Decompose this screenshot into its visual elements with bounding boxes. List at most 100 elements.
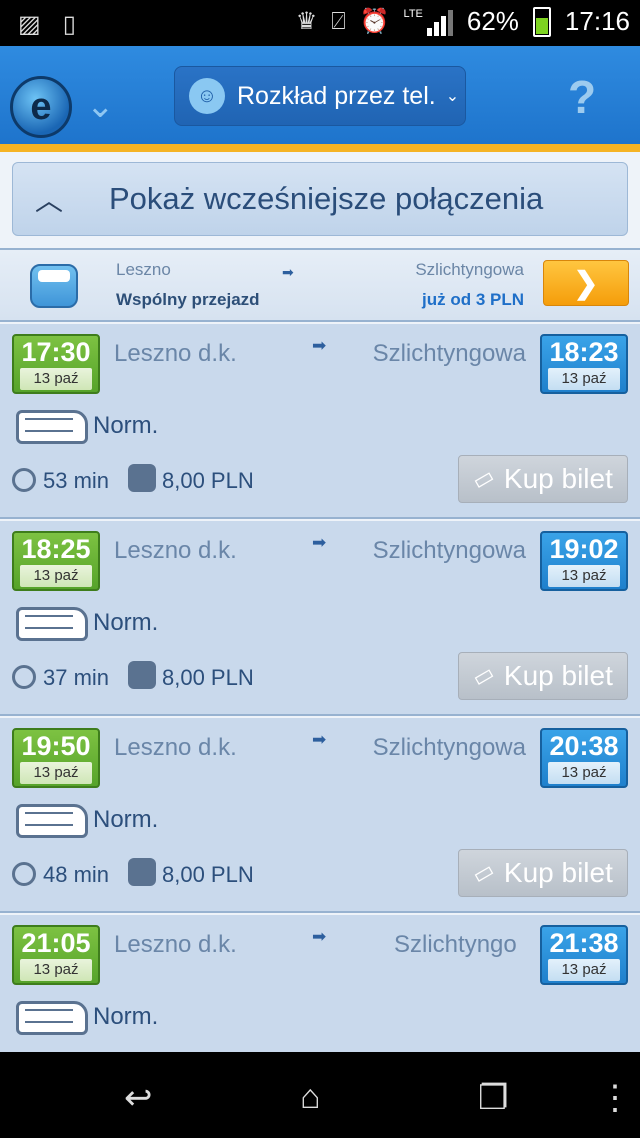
arrival-time-box: 18:23 13 paź xyxy=(540,334,628,394)
duration: 37 min xyxy=(43,665,110,690)
signal-icon xyxy=(426,8,453,36)
help-button[interactable]: ? xyxy=(568,70,596,124)
arrow-right-icon: ➡ xyxy=(312,730,327,749)
connection-item[interactable]: 18:25 13 paź Leszno d.k. ➡ Szlichtyngowa… xyxy=(0,519,640,716)
battery-percent: 62% xyxy=(466,6,519,36)
robot-face-icon: ☺ xyxy=(189,78,225,114)
ticket-type: Norm. xyxy=(93,412,159,439)
home-icon[interactable]: ⌂ xyxy=(300,1078,321,1117)
connection-item[interactable]: 19:50 13 paź Leszno d.k. ➡ Szlichtyngowa… xyxy=(0,716,640,913)
buy-ticket-label: Kup bilet xyxy=(503,463,613,494)
from-station: Leszno d.k. xyxy=(114,537,237,564)
departure-time: 18:25 xyxy=(21,534,91,564)
price: 8,00 PLN xyxy=(162,665,254,690)
ride-to: Szlichtyngowa xyxy=(415,260,524,279)
bus-icon xyxy=(16,804,88,838)
bus-icon xyxy=(16,410,88,444)
departure-time-box: 19:50 13 paź xyxy=(12,728,100,788)
ride-share-row[interactable]: Leszno Wspólny przejazd ➡ Szlichtyngowa … xyxy=(0,250,640,322)
ticket-icon: ▭ xyxy=(468,856,499,889)
connections-list[interactable]: ︿ Pokaż wcześniejsze połączenia Leszno W… xyxy=(0,152,640,1052)
ride-go-button[interactable]: ❯ xyxy=(543,260,629,306)
duration: 48 min xyxy=(43,862,110,887)
ride-label: Wspólny przejazd xyxy=(116,290,260,309)
caret-down-icon: ⌄ xyxy=(445,88,460,105)
chevron-up-icon: ︿ xyxy=(34,185,63,216)
arrival-time: 18:23 xyxy=(549,337,619,367)
stopwatch-icon xyxy=(12,468,36,492)
system-nav-bar: ↩ ⌂ ❐ ⋮ xyxy=(0,1052,640,1138)
price: 8,00 PLN xyxy=(162,468,254,493)
car-icon xyxy=(30,264,78,308)
show-earlier-button[interactable]: ︿ Pokaż wcześniejsze połączenia xyxy=(12,162,628,236)
coins-icon xyxy=(128,464,156,492)
coins-icon xyxy=(128,661,156,689)
arrow-right-icon: ➡ xyxy=(282,264,294,280)
arrival-date: 13 paź xyxy=(548,368,620,390)
arrival-date: 13 paź xyxy=(548,565,620,587)
app-logo-icon[interactable]: e xyxy=(10,76,72,138)
from-station: Leszno d.k. xyxy=(114,931,237,958)
recent-apps-icon[interactable]: ❐ xyxy=(478,1078,508,1118)
arrival-time: 19:02 xyxy=(549,534,619,564)
alarm-icon: ⏰ xyxy=(359,8,390,35)
arrow-right-icon: ➡ xyxy=(312,927,327,946)
mode-label: Rozkład przez tel. xyxy=(237,81,436,110)
app-header: e ⌄ ☺ Rozkład przez tel. ⌄ ? xyxy=(0,46,640,152)
bus-icon xyxy=(16,607,88,641)
to-station: Szlichtyngowa xyxy=(372,734,526,761)
gallery-icon: ▨ xyxy=(18,11,41,38)
ride-price: już od 3 PLN xyxy=(422,290,524,309)
buy-ticket-button[interactable]: ▭ Kup bilet xyxy=(458,455,628,503)
lte-label: LTE xyxy=(403,7,423,20)
back-icon[interactable]: ↩ xyxy=(124,1078,153,1118)
phone-icon: ▯ xyxy=(62,11,76,38)
departure-date: 13 paź xyxy=(20,368,92,390)
arrow-right-icon: ➡ xyxy=(312,533,327,552)
departure-time: 19:50 xyxy=(21,731,91,761)
departure-time-box: 18:25 13 paź xyxy=(12,531,100,591)
ticket-type: Norm. xyxy=(93,806,159,833)
bus-icon xyxy=(16,1001,88,1035)
connection-item[interactable]: 17:30 13 paź Leszno d.k. ➡ Szlichtyngowa… xyxy=(0,322,640,519)
buy-ticket-label: Kup bilet xyxy=(503,660,613,691)
battery-icon xyxy=(532,6,551,37)
buy-ticket-button[interactable]: ▭ Kup bilet xyxy=(458,652,628,700)
from-station: Leszno d.k. xyxy=(114,340,237,367)
chevron-down-icon[interactable]: ⌄ xyxy=(86,86,115,126)
departure-date: 13 paź xyxy=(20,959,92,981)
departure-date: 13 paź xyxy=(20,762,92,784)
arrival-date: 13 paź xyxy=(548,959,620,981)
ticket-icon: ▭ xyxy=(468,659,499,692)
departure-date: 13 paź xyxy=(20,565,92,587)
ticket-type: Norm. xyxy=(93,1003,159,1030)
ticket-type: Norm. xyxy=(93,609,159,636)
mode-selector-button[interactable]: ☺ Rozkład przez tel. ⌄ xyxy=(174,66,466,126)
price: 8,00 PLN xyxy=(162,862,254,887)
connection-item[interactable]: 21:05 13 paź Leszno d.k. ➡ Szlichtyngo 2… xyxy=(0,913,640,1052)
arrival-time: 21:38 xyxy=(549,928,619,958)
arrival-time-box: 20:38 13 paź xyxy=(540,728,628,788)
arrival-time-box: 21:38 13 paź xyxy=(540,925,628,985)
arrival-time-box: 19:02 13 paź xyxy=(540,531,628,591)
to-station: Szlichtyngowa xyxy=(372,537,526,564)
clock: 17:16 xyxy=(564,6,630,36)
departure-time: 17:30 xyxy=(21,337,91,367)
arrow-right-icon: ➡ xyxy=(312,336,327,355)
buy-ticket-button[interactable]: ▭ Kup bilet xyxy=(458,849,628,897)
stopwatch-icon xyxy=(12,665,36,689)
departure-time-box: 21:05 13 paź xyxy=(12,925,100,985)
status-bar: ▨ ▯ ♛ ⍁ ⏰ LTE 62% 17:16 xyxy=(0,0,640,46)
trophy-icon: ♛ xyxy=(295,8,318,35)
ride-from: Leszno xyxy=(116,260,171,279)
departure-time: 21:05 xyxy=(21,928,91,958)
to-station: Szlichtyngo xyxy=(394,931,517,958)
to-station: Szlichtyngowa xyxy=(372,340,526,367)
from-station: Leszno d.k. xyxy=(114,734,237,761)
arrival-date: 13 paź xyxy=(548,762,620,784)
more-icon[interactable]: ⋮ xyxy=(598,1078,632,1118)
vibrate-icon: ⍁ xyxy=(331,7,346,35)
buy-ticket-label: Kup bilet xyxy=(503,857,613,888)
earlier-section: ︿ Pokaż wcześniejsze połączenia xyxy=(0,152,640,250)
stopwatch-icon xyxy=(12,862,36,886)
